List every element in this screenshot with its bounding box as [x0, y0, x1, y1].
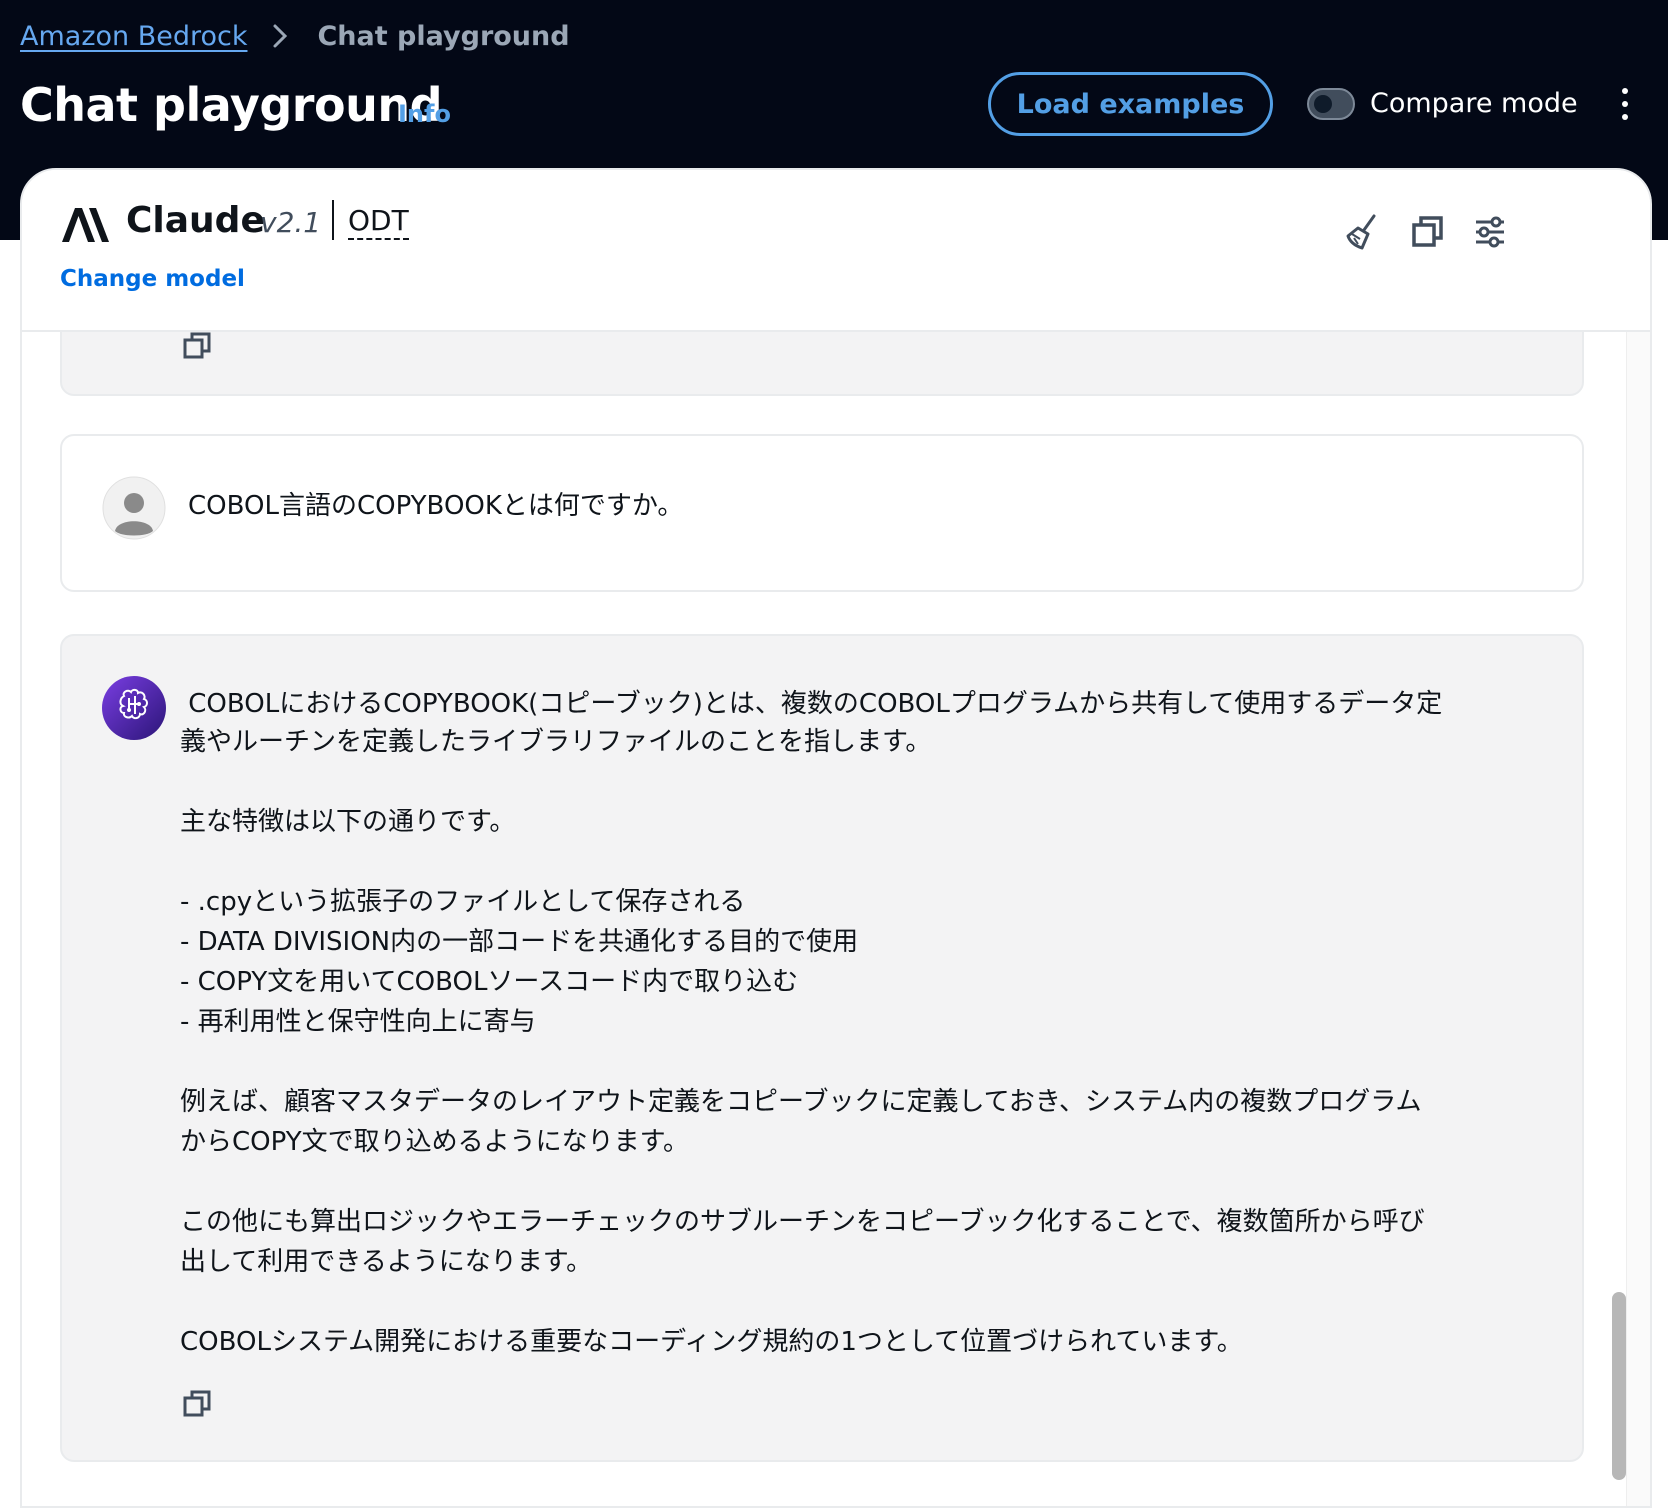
model-version: v2.1 — [260, 206, 322, 239]
breadcrumb-current: Chat playground — [317, 20, 570, 52]
chat-scrollbar-thumb[interactable] — [1612, 1292, 1626, 1480]
chevron-right-icon — [273, 24, 288, 48]
kebab-icon[interactable] — [1615, 84, 1635, 124]
model-header: Claude v2.1 ODT Change model — [22, 170, 1650, 332]
info-link[interactable]: Info — [398, 100, 451, 128]
chat-area: COBOL言語のCOPYBOOKとは何ですか。 COBOLにおけるCOPYBOO… — [22, 292, 1650, 1506]
model-divider — [332, 200, 334, 240]
user-message: COBOL言語のCOPYBOOKとは何ですか。 — [60, 434, 1584, 592]
toggle-knob — [1314, 95, 1332, 113]
load-examples-button[interactable]: Load examples — [988, 72, 1273, 136]
assistant-message-first-line: COBOLにおけるCOPYBOOK(コピーブック)とは、複数のCOBOLプログラ… — [180, 689, 1443, 719]
model-odt-tag[interactable]: ODT — [348, 204, 409, 240]
change-model-link[interactable]: Change model — [60, 266, 245, 292]
copy-icon[interactable] — [182, 1388, 214, 1420]
assistant-message-body: 義やルーチンを定義したライブラリファイルのことを指します。 主な特徴は以下の通り… — [180, 727, 1425, 1357]
breadcrumb: Amazon Bedrock Chat playground — [20, 20, 570, 52]
model-name: Claude — [126, 200, 265, 241]
broom-icon[interactable] — [1344, 212, 1384, 252]
compare-mode-toggle[interactable] — [1307, 88, 1355, 120]
chat-scrollbar-track[interactable] — [1626, 332, 1650, 1506]
copy-icon[interactable] — [1408, 212, 1448, 252]
compare-mode-label: Compare mode — [1370, 88, 1578, 119]
sliders-icon[interactable] — [1470, 212, 1510, 252]
brain-chip-icon — [119, 688, 148, 720]
user-avatar-icon — [102, 476, 166, 540]
copy-icon[interactable] — [182, 330, 214, 362]
assistant-avatar — [102, 676, 166, 740]
breadcrumb-amazon-bedrock[interactable]: Amazon Bedrock — [20, 21, 247, 52]
user-message-text: COBOL言語のCOPYBOOKとは何ですか。 — [188, 491, 684, 521]
anthropic-logo-icon — [62, 208, 109, 242]
page-title: Chat playground — [20, 78, 443, 132]
chat-panel: Claude v2.1 ODT Change model COBOL言語のCOP… — [20, 168, 1652, 1508]
assistant-message: COBOLにおけるCOPYBOOK(コピーブック)とは、複数のCOBOLプログラ… — [60, 634, 1584, 1462]
